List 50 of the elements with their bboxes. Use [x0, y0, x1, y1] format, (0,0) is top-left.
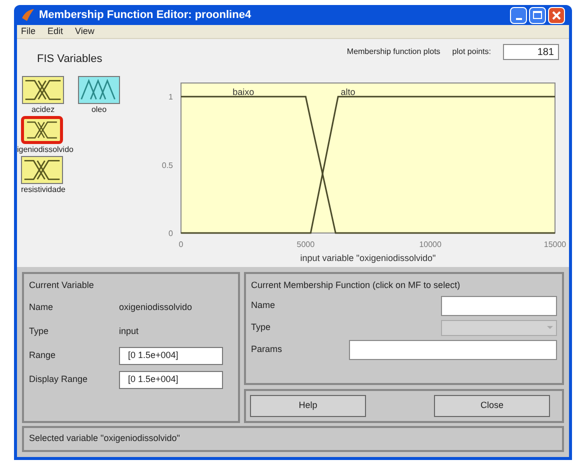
membership-function-icon[interactable]	[21, 116, 63, 144]
name-field[interactable]	[441, 296, 557, 316]
dropdown-arrow-icon	[547, 326, 553, 329]
range-field[interactable]: [0 1.5e+004]	[119, 346, 223, 364]
field-label: Name	[29, 300, 54, 314]
panel-title: FIS Variables	[36, 52, 104, 67]
window-title: Membership Function Editor: proonline4	[39, 8, 252, 23]
x-tick-label: 15000	[544, 240, 566, 249]
plot-points-field[interactable]: 181	[503, 44, 559, 60]
field-label: Range	[29, 348, 57, 362]
minimize-button[interactable]	[510, 6, 527, 24]
field-label: Params	[251, 342, 282, 356]
field-label: Type	[29, 324, 50, 338]
dialog-button[interactable]: Help	[250, 395, 366, 417]
variable-label[interactable]: oleo	[91, 104, 107, 116]
close-button[interactable]	[548, 6, 565, 24]
menu-item[interactable]: View	[75, 24, 94, 38]
y-tick-label: 1	[168, 92, 173, 102]
y-tick-label: 0	[168, 229, 173, 238]
variable-label[interactable]: igeniodissolvido	[17, 144, 74, 156]
x-tick-label: 5000	[296, 240, 315, 249]
membership-function-icon[interactable]	[22, 76, 64, 104]
panel-title: Current Membership Function (click on MF to select)	[251, 279, 462, 292]
x-tick-label: 10000	[419, 240, 442, 249]
x-tick-label: 0	[178, 240, 184, 249]
function-label: baixo	[232, 87, 254, 97]
maximize-button[interactable]	[529, 6, 546, 24]
variable-label[interactable]: resistividade	[21, 184, 66, 196]
field-label: Type	[251, 320, 271, 334]
menu-item[interactable]: Edit	[48, 24, 64, 38]
dialog-button[interactable]: Close	[434, 395, 550, 417]
function-label: alto	[340, 87, 356, 97]
menu-item[interactable]: File	[21, 24, 36, 38]
params-field[interactable]	[349, 340, 557, 360]
y-tick-label: 0.5	[162, 160, 173, 170]
status-bar: Selected variable "oxigeniodissolvido"	[22, 426, 564, 452]
field-value: input	[119, 324, 139, 338]
app-logo-icon	[21, 8, 35, 22]
field-label: Display Range	[29, 372, 89, 386]
field-value: oxigeniodissolvido	[119, 300, 192, 314]
plot-title: Membership function plots	[346, 46, 440, 58]
membership-function-icon[interactable]	[78, 76, 120, 104]
range-field[interactable]: [0 1.5e+004]	[119, 370, 223, 388]
plot-points-label: plot points:	[452, 46, 491, 58]
close-icon	[552, 10, 561, 20]
field-label: Name	[251, 298, 276, 312]
x-axis-label: input variable "oxigeniodissolvido"	[300, 253, 436, 263]
membership-function-icon[interactable]	[21, 156, 63, 184]
panel-title: Current Variable	[29, 279, 95, 292]
variable-label[interactable]: acidez	[31, 104, 55, 116]
